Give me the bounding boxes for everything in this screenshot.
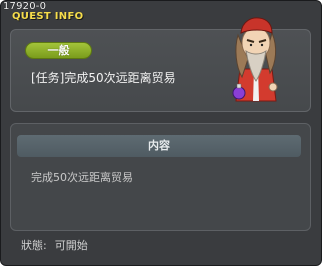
content-text: 完成50次远距离贸易 (31, 171, 133, 184)
quest-content-panel: 内容 完成50次远距离贸易 (10, 123, 311, 231)
npc-portrait-icon (232, 17, 278, 102)
quest-info-window: 17920-0 QUEST INFO 一般 [任务]完成50次远距离贸易 内容 … (0, 0, 322, 266)
content-header: 内容 (17, 135, 301, 157)
status-label: 狀態: (21, 239, 47, 252)
status-value: 可開始 (54, 239, 88, 252)
quest-name: [任务]完成50次远距离贸易 (31, 71, 176, 85)
quest-category-badge: 一般 (25, 42, 92, 59)
window-title: QUEST INFO (12, 11, 84, 22)
quest-status: 狀態: 可開始 (21, 239, 88, 252)
npc-potion (232, 86, 246, 100)
